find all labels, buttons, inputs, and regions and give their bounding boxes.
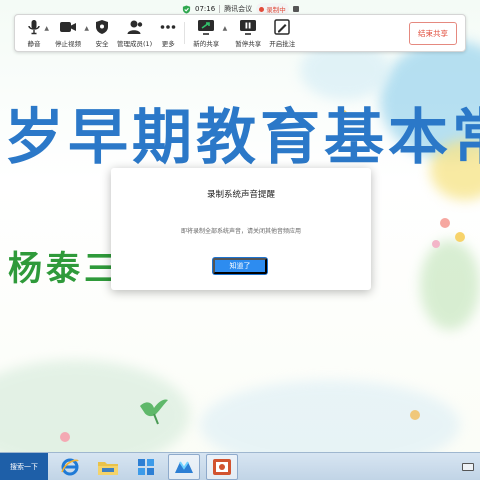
pause-share-button[interactable]: 暂停共享 — [231, 16, 265, 50]
recording-status-label: 录制中 — [266, 6, 286, 14]
dialog-message: 即将录制全部系统声音，请关闭其他音频应用 — [180, 228, 301, 235]
tencent-meeting-icon[interactable] — [168, 453, 200, 480]
microphone-icon — [27, 19, 41, 35]
dialog-title: 录制系统声音提醒 — [206, 190, 275, 200]
annotate-icon — [274, 18, 290, 35]
meeting-toolbar: 静音 ▲ 停止视频 ▲ 安全 管理成员(1) 更多 新的共享 ▲ 暂停共享 开启… — [14, 14, 466, 52]
ie-browser-icon[interactable] — [54, 454, 86, 480]
more-label: 更多 — [161, 39, 175, 48]
watercolor-wash — [200, 380, 460, 452]
end-share-button[interactable]: 结束共享 — [409, 21, 457, 45]
flower-decoration — [455, 232, 465, 242]
manage-members-label: 管理成员(1) — [117, 39, 153, 48]
chevron-down-icon[interactable]: ▲ — [223, 25, 228, 32]
annotate-label: 开启批注 — [269, 39, 296, 48]
toolbar-divider — [184, 22, 186, 44]
file-explorer-icon[interactable] — [92, 454, 124, 480]
divider — [219, 5, 221, 13]
taskbar-search-button[interactable]: 搜索一下 — [0, 452, 48, 480]
meeting-time: 07:16 — [195, 5, 216, 13]
new-share-label: 新的共享 — [193, 39, 220, 48]
stop-recording-icon[interactable] — [292, 6, 299, 12]
chevron-down-icon[interactable]: ▲ — [44, 25, 49, 32]
recording-audio-dialog: 录制系统声音提醒 即将录制全部系统声音，请关闭其他音频应用 知道了 — [111, 168, 371, 290]
more-dots-icon — [160, 19, 176, 35]
flower-decoration — [410, 410, 420, 420]
bird-illustration — [140, 399, 168, 425]
watercolor-wash — [420, 240, 480, 330]
app-grid-icon[interactable] — [130, 454, 162, 480]
taskbar: 搜索一下 — [0, 452, 480, 480]
annotate-button[interactable]: 开启批注 — [265, 16, 299, 50]
meeting-app-name: 腾讯会议 — [224, 5, 253, 13]
pause-share-label: 暂停共享 — [235, 39, 262, 48]
chevron-down-icon[interactable]: ▲ — [84, 25, 89, 32]
manage-members-button[interactable]: 管理成员(1) — [113, 16, 156, 50]
more-button[interactable]: 更多 — [156, 16, 180, 50]
confirm-button[interactable]: 知道了 — [213, 258, 267, 274]
stop-video-button[interactable]: 停止视频 ▲ — [51, 16, 89, 50]
security-button[interactable]: 安全 — [91, 16, 113, 50]
powerpoint-icon[interactable] — [206, 453, 238, 480]
slide-title: 岁早期教育基本常 — [4, 103, 480, 173]
pause-share-icon — [239, 19, 257, 35]
security-label: 安全 — [95, 39, 109, 48]
stop-video-label: 停止视频 — [55, 39, 81, 48]
flower-decoration — [432, 240, 440, 248]
flower-decoration — [60, 432, 70, 442]
new-share-button[interactable]: 新的共享 ▲ — [189, 16, 227, 50]
members-icon — [126, 19, 144, 35]
mute-label: 静音 — [27, 39, 41, 48]
system-tray — [462, 462, 480, 471]
share-screen-icon — [197, 19, 215, 35]
video-camera-icon — [59, 19, 77, 35]
mute-button[interactable]: 静音 ▲ — [23, 16, 49, 50]
recording-dot-icon — [259, 6, 265, 12]
shield-check-icon — [182, 4, 191, 14]
shield-icon — [95, 19, 109, 35]
keyboard-icon[interactable] — [462, 462, 474, 471]
flower-decoration — [440, 218, 450, 228]
